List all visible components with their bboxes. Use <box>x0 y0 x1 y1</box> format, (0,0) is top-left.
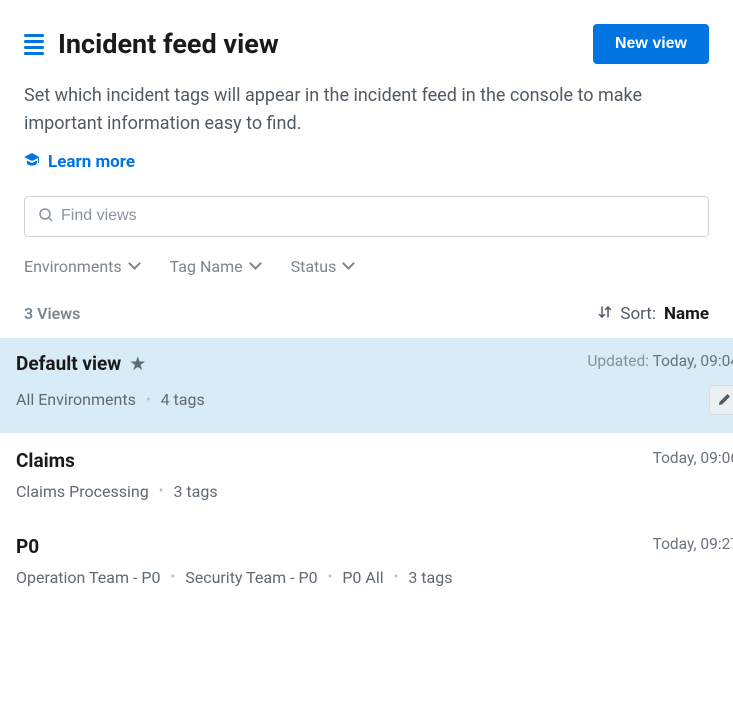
updated-label: Updated: <box>587 352 652 370</box>
sort-control[interactable]: Sort: Name <box>598 304 709 324</box>
chevron-down-icon <box>344 259 354 269</box>
tags-count: 3 tags <box>173 482 217 501</box>
page-description: Set which incident tags will appear in t… <box>24 82 709 138</box>
item-title-wrap: Default view ★ <box>16 352 146 375</box>
filter-label: Tag Name <box>170 257 243 276</box>
list-item[interactable]: Default view ★ Updated: Today, 09:04 All En… <box>0 338 733 435</box>
item-top: Claims Today, 09:06 <box>16 449 733 472</box>
chevron-down-icon <box>130 259 140 269</box>
item-top: Default view ★ Updated: Today, 09:04 <box>16 352 733 375</box>
item-title: Default view <box>16 352 121 375</box>
item-title-wrap: Claims <box>16 449 75 472</box>
search-icon <box>39 207 53 226</box>
item-meta: Operation Team - P0 • Security Team - P0 • P… <box>16 568 452 587</box>
environment-name: P0 All <box>342 568 383 587</box>
sort-value: Name <box>664 304 709 324</box>
sort-arrows-icon <box>598 305 612 323</box>
filter-label: Environments <box>24 257 122 276</box>
environment-name: Operation Team - P0 <box>16 568 160 587</box>
tags-count: 3 tags <box>408 568 452 587</box>
list-item[interactable]: P0 Today, 09:27 Operation Team - P0 • Securi… <box>0 521 733 607</box>
environment-name: Security Team - P0 <box>185 568 317 587</box>
environment-name: Claims Processing <box>16 482 149 501</box>
count-sort-row: 3 Views Sort: Name <box>24 304 709 324</box>
header-left: Incident feed view <box>24 28 279 60</box>
item-title: P0 <box>16 535 39 558</box>
item-bottom: Claims Processing • 3 tags <box>16 482 733 501</box>
filter-row: Environments Tag Name Status <box>24 257 709 276</box>
item-bottom: All Environments • 4 tags <box>16 385 733 415</box>
item-title-wrap: P0 <box>16 535 39 558</box>
pencil-icon <box>717 393 731 407</box>
page-header: Incident feed view New view <box>24 24 709 64</box>
separator-dot: • <box>170 569 175 585</box>
new-view-button[interactable]: New view <box>593 24 709 64</box>
updated-value: Today, 09:27 <box>653 535 733 553</box>
sort-label: Sort: <box>620 304 656 324</box>
item-meta: Claims Processing • 3 tags <box>16 482 218 501</box>
separator-dot: • <box>328 569 333 585</box>
separator-dot: • <box>159 483 164 499</box>
item-title: Claims <box>16 449 75 472</box>
filter-environments[interactable]: Environments <box>24 257 140 276</box>
filter-status[interactable]: Status <box>291 257 355 276</box>
item-top: P0 Today, 09:27 <box>16 535 733 558</box>
updated-value: Today, 09:06 <box>653 449 733 467</box>
updated-value: Today, 09:04 <box>653 352 733 370</box>
separator-dot: • <box>394 569 399 585</box>
item-meta: All Environments • 4 tags <box>16 390 205 409</box>
updated-timestamp: Today, 09:06 <box>653 449 733 467</box>
list-item[interactable]: Claims Today, 09:06 Claims Processing • 3 ta… <box>0 435 733 521</box>
updated-timestamp: Updated: Today, 09:04 <box>587 352 733 370</box>
separator-dot: • <box>146 392 151 408</box>
learn-more-link[interactable]: Learn more <box>24 152 709 172</box>
item-bottom: Operation Team - P0 • Security Team - P0 • P… <box>16 568 733 587</box>
graduation-cap-icon <box>24 152 40 171</box>
search-input[interactable] <box>61 207 694 225</box>
filter-tag-name[interactable]: Tag Name <box>170 257 261 276</box>
learn-more-label: Learn more <box>48 152 135 172</box>
filter-label: Status <box>291 257 337 276</box>
updated-timestamp: Today, 09:27 <box>653 535 733 553</box>
views-count: 3 Views <box>24 304 80 323</box>
menu-icon[interactable] <box>24 34 44 55</box>
edit-button[interactable] <box>709 385 733 415</box>
views-list: Default view ★ Updated: Today, 09:04 All En… <box>0 338 733 607</box>
tags-count: 4 tags <box>161 390 205 409</box>
search-box[interactable] <box>24 196 709 237</box>
star-icon[interactable]: ★ <box>129 352 146 375</box>
environment-name: All Environments <box>16 390 136 409</box>
page-title: Incident feed view <box>58 28 279 60</box>
chevron-down-icon <box>251 259 261 269</box>
